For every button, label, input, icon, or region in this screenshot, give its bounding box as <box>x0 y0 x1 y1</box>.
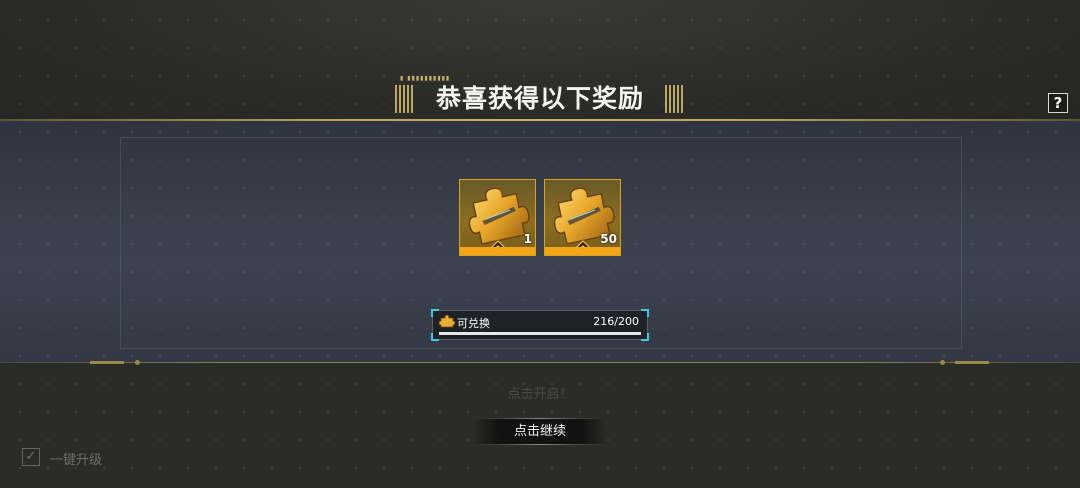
checkmark-icon: ✓ <box>25 449 37 464</box>
title-banner: 恭喜获得以下奖励 <box>395 82 685 114</box>
continue-bottom-line <box>472 444 608 445</box>
continue-button[interactable]: 点击继续 <box>472 418 608 445</box>
reward-item-2[interactable]: 50 <box>544 179 621 256</box>
band-dot-right <box>940 360 945 365</box>
help-button[interactable]: ? <box>1048 93 1068 113</box>
exchange-progress-fill <box>439 332 641 335</box>
corner-top-left <box>431 309 439 317</box>
open-hint-text: 点击开启！ <box>507 387 573 402</box>
exchange-label: 可兑换 <box>457 317 490 330</box>
reward-count: 50 <box>600 232 617 246</box>
corner-top-right <box>641 309 649 317</box>
upgrade-label: 一键升级 <box>50 453 103 468</box>
rarity-bar <box>545 247 620 255</box>
exchange-progress-track <box>439 332 641 335</box>
band-accent-right <box>955 361 989 364</box>
rarity-bar <box>460 247 535 255</box>
band-accent-left <box>90 361 124 364</box>
page-title: 恭喜获得以下奖励 <box>435 84 644 113</box>
gold-puzzle-piece-icon <box>468 187 530 244</box>
band-bottom-divider <box>0 362 1080 363</box>
corner-bottom-left <box>431 333 439 341</box>
exchange-progress-panel[interactable]: 可兑换 216/200 <box>431 309 649 341</box>
continue-top-line <box>472 418 608 419</box>
band-dot-left <box>135 360 140 365</box>
title-decoration-tag: ▮ ▮▮▮▮▮▮▮▮▮▮ <box>400 75 451 82</box>
continue-label: 点击继续 <box>513 424 566 439</box>
corner-bottom-right <box>641 333 649 341</box>
puzzle-piece-icon <box>439 314 455 328</box>
exchange-count: 216/200 <box>593 315 639 328</box>
reward-count: 1 <box>523 232 532 246</box>
reward-item-1[interactable]: 1 <box>459 179 536 256</box>
checkbox[interactable]: ✓ <box>22 448 40 466</box>
band-top-divider <box>0 119 1080 121</box>
